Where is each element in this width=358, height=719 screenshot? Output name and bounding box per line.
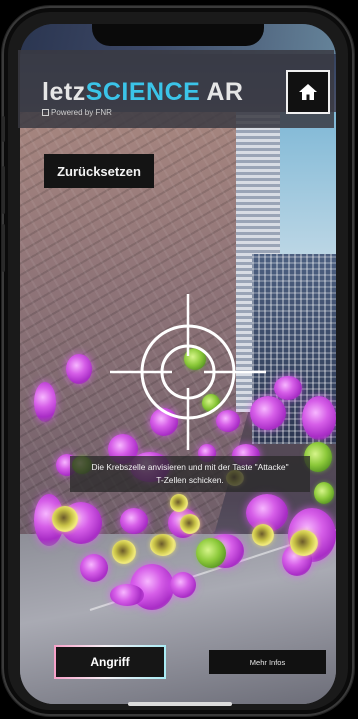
cancer-cell[interactable]	[110, 584, 144, 606]
powered-by-label: Powered by FNR	[42, 108, 112, 117]
cancer-cell[interactable]	[34, 382, 56, 422]
volume-up-button	[2, 166, 5, 214]
t-cell	[196, 538, 226, 568]
logo-text-science: SCIENCE	[85, 78, 201, 106]
fnr-logo-icon	[42, 109, 49, 116]
volume-down-button	[2, 224, 5, 272]
helper-cell	[180, 514, 200, 534]
notch	[92, 24, 264, 46]
logo-text-ar: AR	[206, 78, 244, 106]
home-button[interactable]	[286, 70, 330, 114]
helper-cell	[112, 540, 136, 564]
helper-cell	[252, 524, 274, 546]
more-info-button[interactable]: Mehr Infos	[209, 650, 326, 674]
mute-switch	[2, 116, 5, 142]
logo-text-letz: letz	[42, 78, 86, 106]
helper-cell	[290, 530, 318, 556]
cancer-cell[interactable]	[302, 396, 336, 440]
t-cell	[314, 482, 334, 504]
reset-button[interactable]: Zurücksetzen	[44, 154, 154, 188]
helper-cell	[52, 506, 78, 532]
app-logo: letzSCIENCE AR	[42, 78, 243, 107]
powered-by-text: Powered by FNR	[51, 108, 112, 117]
crosshair-reticle	[110, 294, 266, 450]
attack-button-label: Angriff	[56, 647, 164, 677]
instruction-line-2: T-Zellen schicken.	[156, 475, 224, 485]
app-header: letzSCIENCE AR Powered by FNR	[18, 50, 334, 128]
home-icon	[299, 84, 317, 100]
cancer-cell[interactable]	[120, 508, 148, 534]
attack-button[interactable]: Angriff	[54, 645, 166, 679]
helper-cell	[170, 494, 188, 512]
cancer-cell[interactable]	[170, 572, 196, 598]
instruction-banner: Die Krebszelle anvisieren und mit der Ta…	[70, 456, 310, 492]
cancer-cell[interactable]	[274, 376, 302, 400]
instruction-line-1: Die Krebszelle anvisieren und mit der Ta…	[91, 462, 289, 472]
cancer-cell[interactable]	[80, 554, 108, 582]
home-indicator[interactable]	[128, 702, 232, 706]
helper-cell	[150, 534, 176, 556]
cancer-cell[interactable]	[66, 354, 92, 384]
